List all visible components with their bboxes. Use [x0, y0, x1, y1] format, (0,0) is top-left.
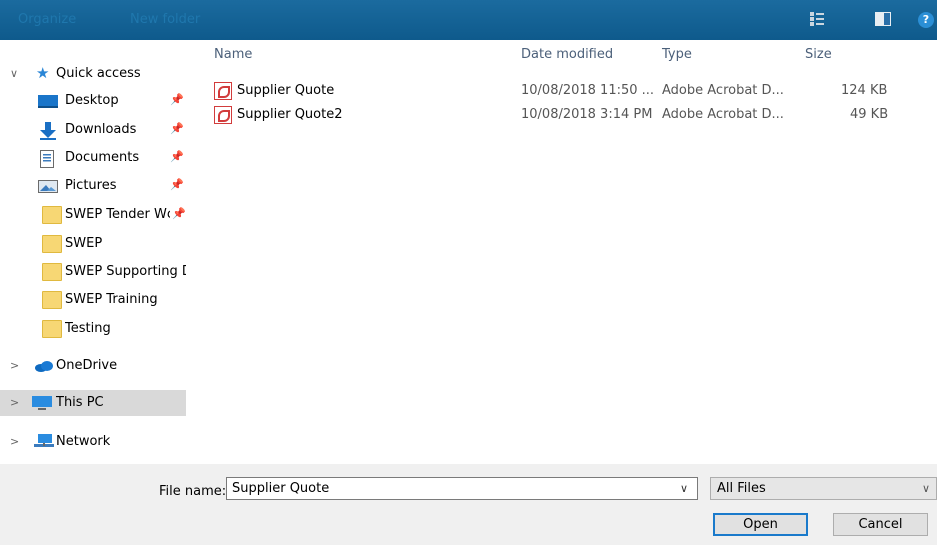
- navigation-pane: ∨ ★ Quick access Desktop 📌 Downloads 📌 D…: [0, 40, 195, 460]
- sidebar-item-desktop[interactable]: Desktop 📌: [0, 88, 186, 114]
- sidebar-item-this-pc[interactable]: > This PC: [0, 390, 186, 416]
- file-type: Adobe Acrobat D...: [662, 107, 784, 122]
- open-button[interactable]: Open: [713, 513, 808, 536]
- sidebar-item-network[interactable]: > Network: [0, 429, 186, 455]
- sidebar-item-pictures[interactable]: Pictures 📌: [0, 173, 186, 199]
- download-icon: [38, 122, 56, 140]
- chevron-right-icon[interactable]: >: [10, 359, 19, 372]
- sidebar-item-quick-access[interactable]: ∨ ★ Quick access: [0, 61, 186, 87]
- command-bar: Organize New folder ?: [0, 0, 937, 40]
- file-type-value: All Files: [717, 481, 766, 496]
- network-icon: [34, 434, 54, 450]
- file-size: 49 KB: [850, 107, 889, 122]
- pin-icon: 📌: [170, 178, 184, 191]
- organize-button[interactable]: Organize: [18, 12, 76, 27]
- file-date: 10/08/2018 3:14 PM: [521, 107, 653, 122]
- sidebar-item-label: Network: [56, 434, 111, 449]
- sidebar-item-label: SWEP Supporting D: [65, 264, 186, 279]
- chevron-right-icon[interactable]: >: [10, 435, 19, 448]
- sidebar-item-testing[interactable]: Testing: [0, 316, 186, 342]
- file-type: Adobe Acrobat D...: [662, 83, 784, 98]
- sidebar-item-label: OneDrive: [56, 358, 118, 373]
- pin-icon: 📌: [172, 207, 186, 220]
- folder-icon: [42, 263, 62, 281]
- new-folder-button[interactable]: New folder: [130, 12, 200, 27]
- star-icon: ★: [36, 64, 50, 82]
- column-header-size[interactable]: Size: [805, 47, 832, 62]
- file-name: Supplier Quote: [237, 83, 335, 98]
- sidebar-item-label: Testing: [65, 321, 111, 336]
- file-name: Supplier Quote2: [237, 107, 343, 122]
- column-header-name[interactable]: Name: [214, 47, 252, 62]
- desktop-icon: [38, 93, 58, 109]
- table-row[interactable]: Supplier Quote 10/08/2018 11:50 ... Adob…: [210, 80, 910, 102]
- chevron-right-icon[interactable]: >: [10, 396, 19, 409]
- computer-icon: [32, 395, 52, 411]
- folder-icon: [42, 235, 62, 253]
- chevron-down-icon: ∨: [921, 482, 930, 495]
- sidebar-item-label: Documents: [65, 150, 140, 165]
- file-name-input[interactable]: [226, 477, 698, 500]
- view-options-icon[interactable]: [810, 12, 824, 30]
- sidebar-item-documents[interactable]: Documents 📌: [0, 145, 186, 171]
- sidebar-item-label: Pictures: [65, 178, 117, 193]
- footer-panel: File name: ∨ All Files ∨ Open Cancel: [0, 464, 937, 545]
- folder-icon: [42, 206, 62, 224]
- sidebar-item-swep-training[interactable]: SWEP Training: [0, 287, 186, 313]
- column-header-date[interactable]: Date modified: [521, 47, 613, 62]
- sidebar-item-label: Quick access: [56, 66, 141, 81]
- sidebar-item-swep-supporting[interactable]: SWEP Supporting D: [0, 259, 186, 285]
- sidebar-item-label: SWEP: [65, 236, 103, 251]
- file-name-label: File name:: [159, 484, 227, 499]
- preview-pane-icon[interactable]: [875, 12, 891, 30]
- help-icon[interactable]: ?: [918, 12, 934, 28]
- sidebar-item-swep[interactable]: SWEP: [0, 231, 186, 257]
- sidebar-item-downloads[interactable]: Downloads 📌: [0, 117, 186, 143]
- sidebar-item-swep-tender[interactable]: SWEP Tender Wc 📌: [0, 202, 186, 228]
- chevron-down-icon[interactable]: ∨: [680, 482, 688, 495]
- table-row[interactable]: Supplier Quote2 10/08/2018 3:14 PM Adobe…: [210, 104, 910, 126]
- sidebar-item-label: SWEP Tender Wc: [65, 207, 170, 222]
- folder-icon: [42, 291, 62, 309]
- pin-icon: 📌: [170, 150, 184, 163]
- sidebar-item-label: Desktop: [65, 93, 119, 108]
- sidebar-item-onedrive[interactable]: > OneDrive: [0, 353, 186, 379]
- sidebar-item-label: This PC: [56, 395, 104, 410]
- sidebar-item-label: Downloads: [65, 122, 137, 137]
- cancel-button[interactable]: Cancel: [833, 513, 928, 536]
- file-type-select[interactable]: All Files ∨: [710, 477, 937, 500]
- file-date: 10/08/2018 11:50 ...: [521, 83, 655, 98]
- pdf-file-icon: [214, 106, 232, 124]
- pictures-icon: [38, 178, 58, 194]
- pin-icon: 📌: [170, 122, 184, 135]
- folder-icon: [42, 320, 62, 338]
- file-size: 124 KB: [841, 83, 888, 98]
- cloud-icon: [34, 358, 53, 374]
- pin-icon: 📌: [170, 93, 184, 106]
- documents-icon: [40, 150, 58, 168]
- chevron-down-icon[interactable]: ∨: [10, 67, 18, 80]
- pdf-file-icon: [214, 82, 232, 100]
- sidebar-item-label: SWEP Training: [65, 292, 158, 307]
- column-header-type[interactable]: Type: [662, 47, 692, 62]
